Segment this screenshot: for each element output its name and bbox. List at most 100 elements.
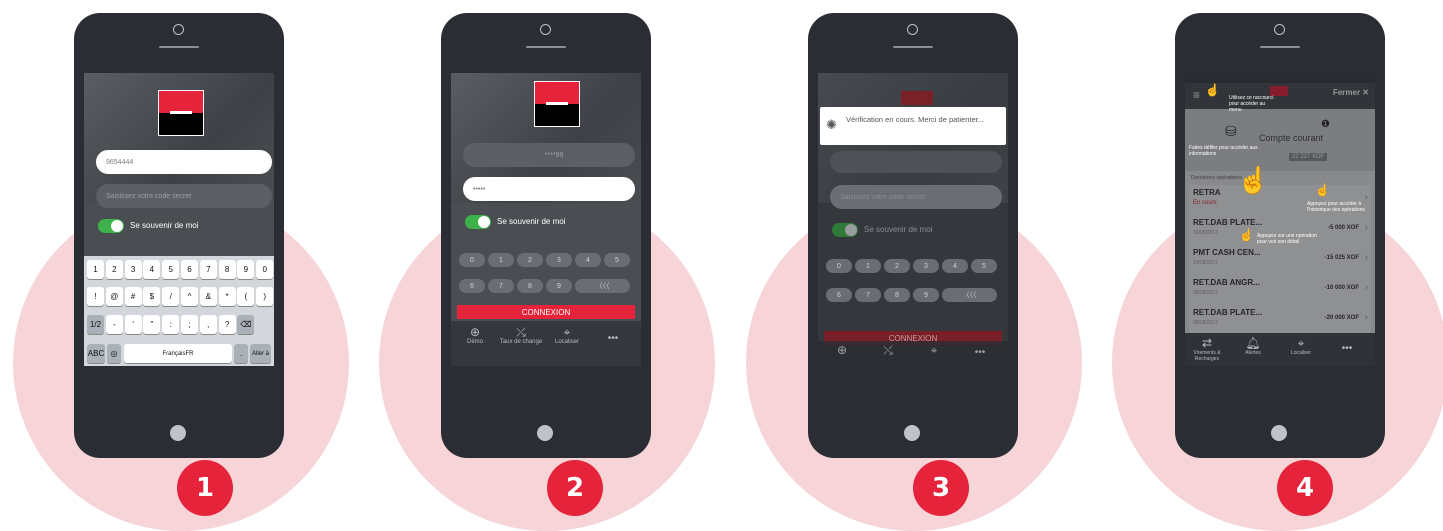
keyboard-key[interactable]: & (199, 287, 217, 306)
keyboard-key[interactable]: ? (218, 315, 236, 334)
tab-exchange-rate[interactable]: ⤯ Taux de change (499, 325, 543, 345)
backspace-key[interactable]: 〈〈〈 (575, 279, 630, 293)
phone-step-4: ≡ Fermer ✕ ⛁ ❶ Compte courant 22 227 XOF… (1175, 13, 1385, 458)
pin-key[interactable]: 6 (826, 288, 852, 302)
tab-alerts[interactable]: 🔔︎ Alertes (1231, 336, 1275, 356)
keyboard-key[interactable]: ! (87, 287, 104, 306)
keyboard-key[interactable]: 9 (237, 260, 255, 279)
pin-key[interactable]: 8 (517, 279, 543, 293)
tab-transfers[interactable]: ⇄ Virements & Recharges (1185, 336, 1229, 362)
keyboard-key[interactable]: # (124, 287, 142, 306)
screen-verifying: Saisissez votre code secret Se souvenir … (818, 73, 1008, 366)
camera-icon (540, 24, 551, 35)
pin-key[interactable]: 7 (488, 279, 514, 293)
keyboard-key[interactable]: ^ (181, 287, 198, 306)
tab-demo[interactable]: ⊕ (820, 343, 864, 357)
key-dot[interactable]: . (234, 344, 248, 363)
login-input[interactable]: ****99 (463, 143, 635, 167)
tab-exchange-rate[interactable]: ⤯ (866, 343, 910, 357)
pin-key[interactable]: 3 (546, 253, 572, 267)
bell-icon: 🔔︎ (1245, 336, 1261, 350)
tab-demo[interactable]: ⊕ Démo (453, 325, 497, 345)
keyboard-key[interactable]: 7 (199, 260, 217, 279)
keyboard-key[interactable]: - (105, 315, 123, 334)
keyboard-key[interactable]: 5 (162, 260, 180, 279)
speaker-grille (526, 46, 566, 48)
connexion-button[interactable]: CONNEXION (457, 305, 635, 319)
home-button (537, 425, 553, 441)
tab-locate[interactable]: ⌖ Localiser (545, 325, 589, 345)
remember-toggle[interactable] (832, 223, 858, 237)
backspace-key[interactable]: 〈〈〈 (942, 288, 997, 302)
more-icon: ••• (607, 333, 619, 344)
keyboard-key[interactable]: / (162, 287, 180, 306)
toast-message: Vérification en cours. Merci de patiente… (846, 115, 984, 124)
pin-key[interactable]: 0 (459, 253, 485, 267)
swipe-hand-icon: ☝ (1237, 165, 1270, 195)
phone-step-2: ****99 ••••• Se souvenir de moi 012345 67… (441, 13, 651, 458)
keyboard-key[interactable]: : (162, 315, 180, 334)
pin-key[interactable]: 3 (913, 259, 939, 273)
keyboard-key[interactable]: ' (124, 315, 142, 334)
remember-toggle[interactable] (98, 219, 124, 233)
login-input[interactable]: 9654444 (96, 150, 272, 174)
keyboard-key[interactable]: * (218, 287, 236, 306)
pin-key[interactable]: 1 (488, 253, 514, 267)
remember-toggle[interactable] (465, 215, 491, 229)
bottom-tab-bar: ⇄ Virements & Recharges 🔔︎ Alertes ⌖ Locali… (1185, 333, 1375, 366)
hint-swipe: Faites défiler pour accéder aux informat… (1189, 145, 1258, 157)
keyboard-key[interactable]: ) (256, 287, 274, 306)
pin-key[interactable]: 1 (855, 259, 881, 273)
tap-hand-icon: ☝ (1239, 228, 1254, 242)
keyboard-key[interactable]: 2 (105, 260, 123, 279)
keyboard: 1 2 3 4 5 6 7 8 9 0! @ # $ / ^ & *() 1/2- ' ":;,? ⌫ ABC ◎ Fr… (84, 256, 274, 366)
more-icon: ••• (1341, 343, 1353, 354)
keyboard-key[interactable]: 1/2 (87, 315, 104, 334)
pin-key[interactable]: 5 (604, 253, 630, 267)
password-input[interactable]: ••••• (463, 177, 635, 201)
tab-locate[interactable]: ⌖ Localiser (1279, 336, 1323, 356)
tab-label: Alertes (1245, 350, 1261, 356)
password-input[interactable]: Saisissez votre code secret (830, 185, 1002, 209)
pin-key[interactable]: 2 (517, 253, 543, 267)
keyboard-key[interactable]: ⌫ (237, 315, 255, 334)
tab-more[interactable]: ••• (1325, 343, 1369, 354)
tap-hand-icon: ☝ (1205, 83, 1220, 97)
pin-key[interactable]: 4 (942, 259, 968, 273)
keyboard-key[interactable]: ( (237, 287, 255, 306)
pin-key[interactable]: 4 (575, 253, 601, 267)
keyboard-key[interactable]: 6 (181, 260, 198, 279)
tab-more[interactable]: ••• (958, 347, 1002, 358)
pin-key[interactable]: 9 (913, 288, 939, 302)
pin-key[interactable]: 5 (971, 259, 997, 273)
tab-label: Taux de change (499, 339, 543, 345)
login-input[interactable] (830, 151, 1002, 173)
speaker-grille (893, 46, 933, 48)
pin-key[interactable]: 0 (826, 259, 852, 273)
tab-more[interactable]: ••• (591, 333, 635, 344)
pin-key[interactable]: 2 (884, 259, 910, 273)
keyboard-key[interactable]: 3 (124, 260, 142, 279)
bank-logo (534, 81, 580, 127)
keyboard-key[interactable]: 0 (256, 260, 274, 279)
keyboard-key[interactable]: 1 (87, 260, 104, 279)
keyboard-key[interactable]: $ (143, 287, 161, 306)
key-go[interactable]: Aller à (250, 344, 271, 363)
key-abc[interactable]: ABC (87, 344, 105, 363)
keyboard-key[interactable]: " (143, 315, 161, 334)
key-space[interactable]: FrançaisFR (124, 344, 232, 363)
pin-key[interactable]: 7 (855, 288, 881, 302)
step-badge-2: 2 (547, 460, 603, 516)
key-globe[interactable]: ◎ (107, 344, 121, 363)
tab-locate[interactable]: ⌖ (912, 343, 956, 357)
password-input[interactable]: Saisissez votre code secret (96, 184, 272, 208)
keyboard-key[interactable]: , (199, 315, 217, 334)
pin-key[interactable]: 8 (884, 288, 910, 302)
keyboard-key[interactable]: 4 (143, 260, 161, 279)
phone-step-3: Saisissez votre code secret Se souvenir … (808, 13, 1018, 458)
keyboard-key[interactable]: @ (105, 287, 123, 306)
keyboard-key[interactable]: 8 (218, 260, 236, 279)
pin-key[interactable]: 9 (546, 279, 572, 293)
keyboard-key[interactable]: ; (181, 315, 198, 334)
pin-key[interactable]: 6 (459, 279, 485, 293)
